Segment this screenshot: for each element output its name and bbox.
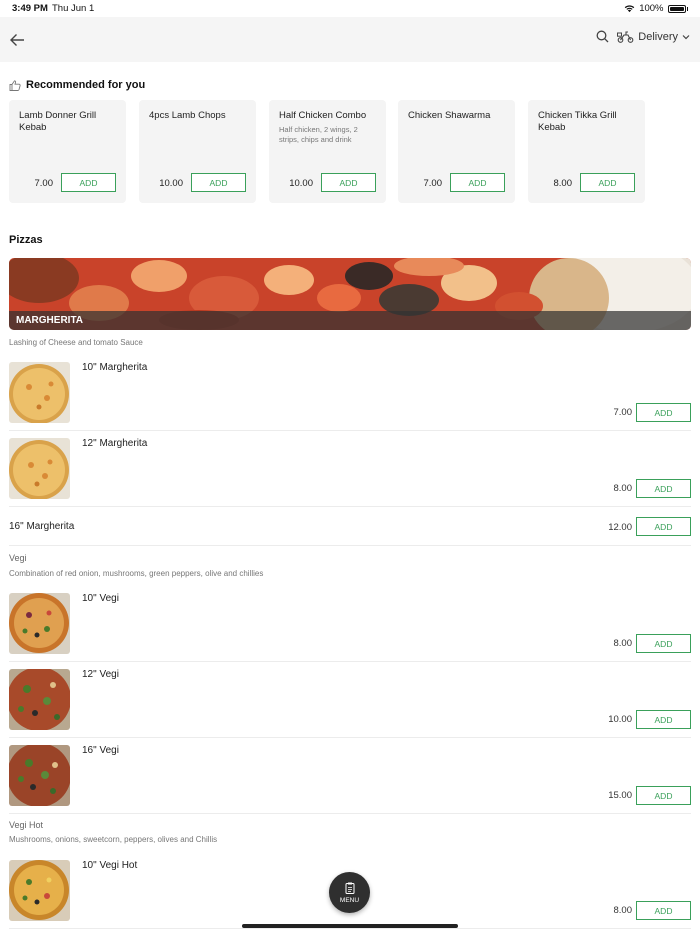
recommended-card[interactable]: Chicken Shawarma 7.00 ADD	[398, 100, 515, 203]
add-button[interactable]: ADD	[636, 479, 691, 498]
category-name: Vegi Hot	[9, 820, 44, 830]
back-arrow-icon	[10, 34, 24, 46]
menu-item-price: 8.00	[613, 483, 633, 494]
menu-item-name: 16" Margherita	[9, 521, 75, 532]
battery-tip	[686, 6, 688, 11]
add-button[interactable]: ADD	[636, 786, 691, 805]
recommended-item-name: 4pcs Lamb Chops	[149, 110, 226, 121]
recommended-card[interactable]: 4pcs Lamb Chops 10.00 ADD	[139, 100, 256, 203]
add-button[interactable]: ADD	[636, 403, 691, 422]
delivery-label: Delivery	[638, 30, 678, 43]
menu-button[interactable]: MENU	[329, 872, 370, 913]
battery-percent: 100%	[639, 3, 664, 14]
menu-item-row[interactable]: 16" Vegi 15.00 ADD	[9, 741, 691, 814]
pizzas-heading: Pizzas	[9, 234, 43, 246]
menu-item-name: 12" Vegi	[82, 669, 119, 680]
recommended-item-price: 7.00	[423, 178, 443, 189]
recommended-item-name: Lamb Donner Grill Kebab	[19, 110, 97, 133]
status-bar: 3:49 PM Thu Jun 1 100%	[0, 0, 700, 17]
add-button[interactable]: ADD	[636, 517, 691, 536]
recommended-card[interactable]: Chicken Tikka Grill Kebab 8.00 ADD	[528, 100, 645, 203]
pizza-thumbnail	[9, 438, 70, 499]
menu-button-label: MENU	[339, 896, 360, 904]
pizza-thumbnail	[9, 593, 70, 654]
recommended-heading: Recommended for you	[9, 79, 145, 91]
menu-item-name: 16" Vegi	[82, 745, 119, 756]
recommended-card[interactable]: Half Chicken Combo Half chicken, 2 wings…	[269, 100, 386, 203]
recommended-card[interactable]: Lamb Donner Grill Kebab 7.00 ADD	[9, 100, 126, 203]
menu-item-price: 12.00	[608, 522, 632, 533]
status-right: 100%	[624, 3, 688, 14]
menu-item-row[interactable]: 10" Margherita 7.00 ADD	[9, 358, 691, 431]
add-button[interactable]: ADD	[636, 901, 691, 920]
menu-item-price: 15.00	[608, 790, 632, 801]
menu-clipboard-icon	[345, 882, 354, 894]
header-actions: Delivery	[596, 30, 690, 43]
menu-item-price: 8.00	[613, 905, 633, 916]
category-description: Mushrooms, onions, sweetcorn, peppers, o…	[9, 835, 218, 844]
recommended-item-price: 10.00	[289, 178, 313, 189]
menu-item-name: 10" Margherita	[82, 362, 148, 373]
menu-item-name: 12" Margherita	[82, 438, 148, 449]
menu-item-name: 10" Vegi	[82, 593, 119, 604]
category-description: Combination of red onion, mushrooms, gre…	[9, 569, 264, 578]
pizza-thumbnail	[9, 362, 70, 423]
wifi-icon	[624, 5, 635, 13]
chevron-down-icon	[682, 34, 690, 39]
home-indicator[interactable]	[242, 924, 458, 928]
recommended-title: Recommended for you	[26, 79, 146, 91]
search-button[interactable]	[596, 30, 609, 43]
delivery-selector[interactable]: Delivery	[617, 30, 690, 43]
recommended-item-price: 7.00	[34, 178, 54, 189]
menu-item-row[interactable]: 12" Margherita 8.00 ADD	[9, 434, 691, 507]
menu-item-row[interactable]: 12" Vegi 10.00 ADD	[9, 665, 691, 738]
scooter-icon	[617, 31, 634, 43]
margherita-banner[interactable]: MARGHERITA	[9, 258, 691, 330]
menu-item-row[interactable]: 16" Margherita 12.00 ADD	[9, 510, 691, 546]
add-button[interactable]: ADD	[636, 634, 691, 653]
category-description: Lashing of Cheese and tomato Sauce	[9, 338, 143, 347]
add-button[interactable]: ADD	[450, 173, 505, 192]
add-button[interactable]: ADD	[636, 710, 691, 729]
pizza-thumbnail	[9, 860, 70, 921]
recommended-item-price: 10.00	[159, 178, 183, 189]
menu-item-name: 10" Vegi Hot	[82, 860, 138, 871]
category-name: Vegi	[9, 553, 27, 563]
recommended-item-price: 8.00	[553, 178, 573, 189]
pizza-thumbnail	[9, 745, 70, 806]
recommended-item-name: Half Chicken Combo	[279, 110, 367, 121]
recommended-item-description: Half chicken, 2 wings, 2 strips, chips a…	[279, 125, 358, 144]
status-date: Thu Jun 1	[52, 3, 95, 14]
pizza-thumbnail	[9, 669, 70, 730]
banner-label: MARGHERITA	[9, 311, 691, 330]
menu-item-row[interactable]: 10" Vegi 8.00 ADD	[9, 589, 691, 662]
add-button[interactable]: ADD	[580, 173, 635, 192]
thumbs-up-icon	[9, 79, 21, 91]
recommended-item-name: Chicken Tikka Grill Kebab	[538, 110, 617, 133]
app-header: Delivery	[0, 17, 700, 62]
add-button[interactable]: ADD	[321, 173, 376, 192]
back-button[interactable]	[6, 29, 28, 51]
status-time: 3:49 PM	[12, 3, 48, 14]
menu-item-price: 7.00	[613, 407, 633, 418]
menu-item-price: 10.00	[608, 714, 632, 725]
add-button[interactable]: ADD	[191, 173, 246, 192]
add-button[interactable]: ADD	[61, 173, 116, 192]
battery-icon	[667, 4, 686, 13]
recommended-item-name: Chicken Shawarma	[408, 110, 491, 121]
search-icon	[596, 30, 609, 43]
menu-item-price: 8.00	[613, 638, 633, 649]
